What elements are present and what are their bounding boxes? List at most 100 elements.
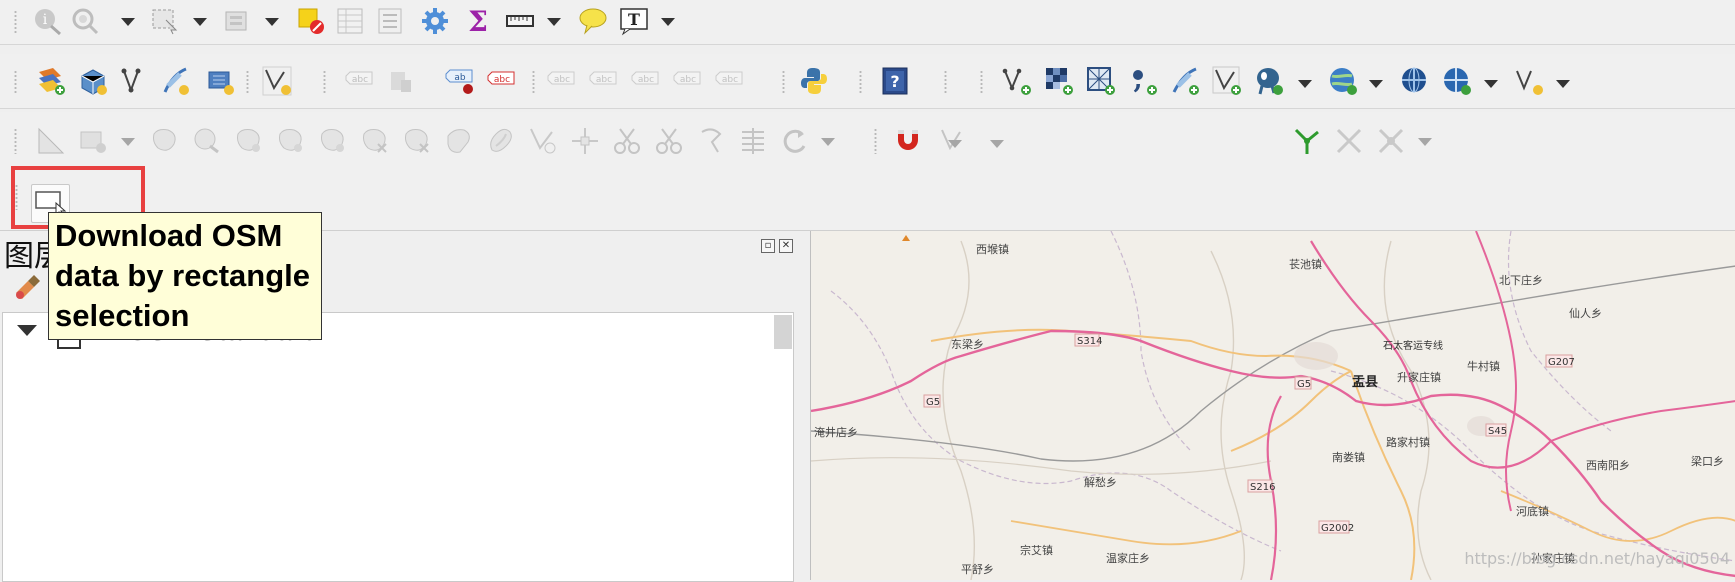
place-label: 牛村镇 [1467, 359, 1500, 373]
cut-icon[interactable] [612, 126, 642, 156]
simplify-icon[interactable] [570, 126, 600, 156]
road-label: S45 [1488, 426, 1507, 437]
toolbar-grip[interactable] [246, 70, 249, 94]
align-icon[interactable] [738, 126, 768, 156]
add-raster-icon[interactable] [1044, 66, 1074, 96]
dropdown-caret[interactable] [193, 18, 207, 26]
dropdown-caret[interactable] [1298, 80, 1312, 88]
label-rotate-icon[interactable]: abc [630, 66, 660, 96]
toolbar-grip[interactable] [980, 70, 983, 94]
map-tips-icon[interactable] [578, 6, 608, 36]
snap-magnet-icon[interactable] [893, 126, 923, 156]
measure-icon[interactable] [505, 6, 535, 36]
text-annotation-icon[interactable]: T [619, 6, 649, 36]
toolbar-grip[interactable] [859, 70, 862, 94]
toolbar-grip[interactable] [874, 128, 877, 154]
statistics-sigma-icon[interactable]: Σ [463, 6, 493, 36]
reverse-line-icon[interactable] [528, 126, 558, 156]
dropdown-caret[interactable] [990, 140, 1004, 148]
deselect-icon[interactable] [296, 6, 326, 36]
digitize-icon[interactable] [160, 66, 190, 96]
add-wms-icon[interactable] [1328, 66, 1358, 96]
place-label: 西南阳乡 [1586, 459, 1630, 472]
label-rotate-icon[interactable]: abc [714, 66, 744, 96]
add-delimited-icon[interactable]: , [1128, 66, 1158, 96]
label-pin-icon[interactable] [385, 66, 415, 96]
dropdown-caret[interactable] [1418, 138, 1432, 146]
label-abc-icon[interactable]: abc [344, 66, 374, 96]
offset-icon[interactable] [486, 126, 516, 156]
dropdown-caret[interactable] [265, 18, 279, 26]
add-wfs-icon[interactable] [1400, 66, 1430, 96]
toolbar-grip[interactable] [532, 70, 535, 94]
vector-edit-icon[interactable] [262, 66, 292, 96]
scrollbar[interactable] [774, 315, 792, 349]
new-geopackage-icon[interactable] [78, 66, 108, 96]
zoom-actions-icon[interactable] [70, 6, 100, 36]
add-virtual-icon[interactable] [1212, 66, 1242, 96]
dropdown-caret[interactable] [1369, 80, 1383, 88]
paste-icon[interactable] [696, 126, 726, 156]
new-shapefile-icon[interactable] [36, 66, 66, 96]
tracing-icon[interactable] [1292, 126, 1322, 156]
toolbar-grip[interactable] [14, 70, 17, 94]
measure-angle-icon[interactable] [36, 126, 66, 156]
field-calculator-icon[interactable] [375, 6, 405, 36]
node-tool-icon[interactable] [234, 126, 264, 156]
dropdown-caret[interactable] [1556, 80, 1570, 88]
help-icon[interactable]: ? [880, 66, 910, 96]
rotate-icon[interactable] [192, 126, 222, 156]
split-icon[interactable] [360, 126, 390, 156]
style-brush-icon[interactable] [12, 273, 42, 303]
label-rotate-icon[interactable]: abc [546, 66, 576, 96]
open-attribute-icon[interactable] [222, 6, 252, 36]
dropdown-caret[interactable] [1484, 80, 1498, 88]
dropdown-caret[interactable] [547, 18, 561, 26]
dropdown-caret[interactable] [661, 18, 675, 26]
copy-icon[interactable] [654, 126, 684, 156]
processing-toolbox-icon[interactable] [420, 6, 450, 36]
add-postgis-icon[interactable] [1254, 66, 1284, 96]
add-spatialite-icon[interactable] [1170, 66, 1200, 96]
toolbar-grip[interactable] [14, 10, 17, 34]
label-rotate-icon[interactable]: abc [588, 66, 618, 96]
layers-tree[interactable]: OSM Standard [2, 312, 794, 582]
reshape-icon[interactable] [444, 126, 474, 156]
add-vector-tile-icon[interactable] [1514, 66, 1544, 96]
move-feature-icon[interactable] [150, 126, 180, 156]
expand-caret-icon[interactable] [17, 325, 37, 336]
toolbar-grip[interactable] [14, 128, 17, 154]
python-console-icon[interactable] [799, 66, 829, 96]
svg-text:abc: abc [638, 75, 654, 85]
road-label: G2002 [1321, 523, 1354, 534]
new-virtual-layer-icon[interactable] [205, 66, 235, 96]
identify-icon[interactable]: i [32, 6, 62, 36]
new-vector-icon[interactable] [120, 66, 150, 96]
self-snapping-icon[interactable] [1334, 126, 1364, 156]
label-move-icon[interactable]: ab [444, 66, 474, 96]
node-tool-icon[interactable] [318, 126, 348, 156]
select-features-icon[interactable] [150, 6, 180, 36]
merge-icon[interactable] [402, 126, 432, 156]
attribute-table-icon[interactable] [335, 6, 365, 36]
add-feature-icon[interactable] [78, 126, 108, 156]
advanced-rotate-icon[interactable] [780, 126, 810, 156]
add-mesh-icon[interactable] [1086, 66, 1116, 96]
float-panel-icon[interactable]: ▫ [761, 239, 775, 253]
dropdown-caret[interactable] [948, 140, 962, 148]
label-red-icon[interactable]: abc [486, 66, 516, 96]
close-icon[interactable]: ✕ [779, 239, 793, 253]
svg-text:T: T [628, 10, 640, 29]
add-wcs-icon[interactable] [1442, 66, 1472, 96]
toolbar-grip[interactable] [782, 70, 785, 94]
add-vector-icon[interactable] [1002, 66, 1032, 96]
toolbar-grip[interactable] [944, 70, 947, 94]
node-tool-icon[interactable] [276, 126, 306, 156]
dropdown-caret[interactable] [821, 138, 835, 146]
map-canvas[interactable]: S314 G5 G5 S216 G2002 S45 G207 石太客运专线 西堠… [810, 231, 1735, 580]
topology-icon[interactable] [1376, 126, 1406, 156]
dropdown-caret[interactable] [121, 138, 135, 146]
label-rotate-icon[interactable]: abc [672, 66, 702, 96]
toolbar-grip[interactable] [323, 70, 326, 94]
dropdown-caret[interactable] [121, 18, 135, 26]
